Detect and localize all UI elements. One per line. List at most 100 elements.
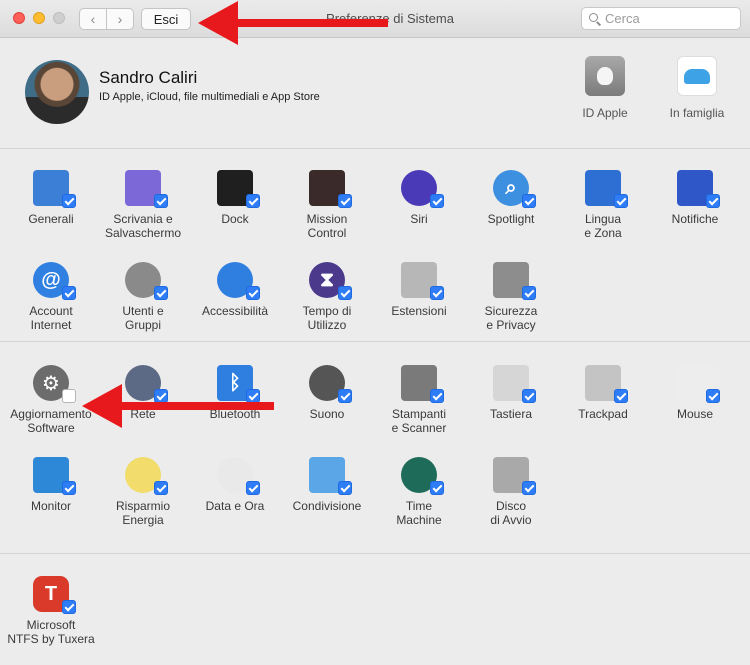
pane-checkbox[interactable] xyxy=(430,286,444,300)
security-icon xyxy=(491,260,536,300)
search-field[interactable] xyxy=(581,7,741,30)
pane-bluetooth[interactable]: ᛒ Bluetooth xyxy=(189,363,281,421)
date-time-icon xyxy=(215,455,260,495)
pane-checkbox[interactable] xyxy=(522,481,536,495)
annotation-arrow-update xyxy=(82,384,274,428)
pane-checkbox[interactable] xyxy=(62,481,76,495)
displays-icon xyxy=(31,455,76,495)
pane-checkbox[interactable] xyxy=(614,194,628,208)
general-icon xyxy=(31,168,76,208)
search-input[interactable] xyxy=(605,11,735,26)
pane-checkbox[interactable] xyxy=(62,286,76,300)
pane-trackpad[interactable]: Trackpad xyxy=(557,363,649,421)
pane-startup-disk[interactable]: Disco di Avvio xyxy=(465,455,557,527)
pane-notifications[interactable]: Notifiche xyxy=(649,168,741,226)
pane-checkbox[interactable] xyxy=(338,389,352,403)
family-sharing-icon xyxy=(677,56,717,96)
printer-icon xyxy=(399,363,444,403)
pane-checkbox[interactable] xyxy=(338,286,352,300)
section-hardware: ⚙ Aggiornamento Software Rete ᛒ Bluetooth Suo… xyxy=(0,343,750,554)
network-icon xyxy=(123,363,168,403)
pane-sharing[interactable]: Condivisione xyxy=(281,455,373,513)
pane-keyboard[interactable]: Tastiera xyxy=(465,363,557,421)
pane-checkbox[interactable] xyxy=(246,286,260,300)
pane-checkbox[interactable] xyxy=(62,194,76,208)
pane-extensions[interactable]: Estensioni xyxy=(373,260,465,318)
pane-label: Accessibilità xyxy=(201,304,269,318)
pane-siri[interactable]: Siri xyxy=(373,168,465,226)
pane-language[interactable]: Lingua e Zona xyxy=(557,168,649,240)
pane-label: Monitor xyxy=(30,499,71,513)
pane-spotlight[interactable]: ⌕ Spotlight xyxy=(465,168,557,226)
family-sharing-pane[interactable]: In famiglia xyxy=(652,56,742,120)
pane-checkbox[interactable] xyxy=(706,389,720,403)
apple-id-pane[interactable]: ID Apple xyxy=(560,56,650,120)
pane-checkbox[interactable] xyxy=(154,481,168,495)
pane-security[interactable]: Sicurezza e Privacy xyxy=(465,260,557,332)
sharing-icon xyxy=(307,455,352,495)
pane-checkbox[interactable] xyxy=(522,389,536,403)
pane-checkbox[interactable] xyxy=(246,194,260,208)
pane-screen-time[interactable]: ⧗ Tempo di Utilizzo xyxy=(281,260,373,332)
pane-mission-control[interactable]: Mission Control xyxy=(281,168,373,240)
pane-sound[interactable]: Suono xyxy=(281,363,373,421)
close-button[interactable] xyxy=(13,12,25,24)
extensions-icon xyxy=(399,260,444,300)
pane-dock[interactable]: Dock xyxy=(189,168,281,226)
pane-mouse[interactable]: Mouse xyxy=(649,363,741,421)
trackpad-icon xyxy=(583,363,628,403)
chevron-left-icon: ‹ xyxy=(90,11,96,27)
pane-desktop[interactable]: Scrivania e Salvaschermo xyxy=(97,168,189,240)
pane-displays[interactable]: Monitor xyxy=(5,455,97,513)
pane-checkbox[interactable] xyxy=(522,286,536,300)
startup-disk-icon xyxy=(491,455,536,495)
pane-tuxera-ntfs[interactable]: T Microsoft NTFS by Tuxera xyxy=(5,574,97,646)
pane-users-groups[interactable]: Utenti e Gruppi xyxy=(97,260,189,332)
pane-checkbox[interactable] xyxy=(154,194,168,208)
avatar[interactable] xyxy=(25,60,89,124)
pane-label: Notifiche xyxy=(671,212,719,226)
pane-checkbox[interactable] xyxy=(430,481,444,495)
pane-checkbox[interactable] xyxy=(246,481,260,495)
pane-checkbox[interactable] xyxy=(338,194,352,208)
pane-checkbox[interactable] xyxy=(246,389,260,403)
pane-date-time[interactable]: Data e Ora xyxy=(189,455,281,513)
section-other: T Microsoft NTFS by Tuxera xyxy=(0,555,750,665)
users-groups-icon xyxy=(123,260,168,300)
energy-saver-icon xyxy=(123,455,168,495)
desktop-icon xyxy=(123,168,168,208)
user-name[interactable]: Sandro Caliri xyxy=(99,68,197,88)
spotlight-icon: ⌕ xyxy=(491,168,536,208)
pane-accessibility[interactable]: Accessibilità xyxy=(189,260,281,318)
pane-checkbox[interactable] xyxy=(614,389,628,403)
chevron-right-icon: › xyxy=(117,11,123,27)
pane-checkbox[interactable] xyxy=(338,481,352,495)
pane-checkbox[interactable] xyxy=(154,286,168,300)
pane-checkbox[interactable] xyxy=(430,389,444,403)
language-icon xyxy=(583,168,628,208)
zoom-button[interactable] xyxy=(53,12,65,24)
family-sharing-label: In famiglia xyxy=(669,106,725,120)
pane-checkbox[interactable] xyxy=(522,194,536,208)
pane-checkbox[interactable] xyxy=(154,389,168,403)
internet-accounts-icon: @ xyxy=(31,260,76,300)
pane-checkbox[interactable] xyxy=(62,600,76,614)
pane-internet-accounts[interactable]: @ Account Internet xyxy=(5,260,97,332)
pane-energy-saver[interactable]: Risparmio Energia xyxy=(97,455,189,527)
siri-icon xyxy=(399,168,444,208)
pane-checkbox[interactable] xyxy=(706,194,720,208)
minimize-button[interactable] xyxy=(33,12,45,24)
pane-general[interactable]: Generali xyxy=(5,168,97,226)
back-button[interactable]: ‹ xyxy=(79,8,107,30)
mouse-icon xyxy=(675,363,720,403)
apple-id-label: ID Apple xyxy=(582,106,628,120)
forward-button[interactable]: › xyxy=(106,8,134,30)
pane-label: Estensioni xyxy=(391,304,447,318)
pane-time-machine[interactable]: Time Machine xyxy=(373,455,465,527)
pane-printer[interactable]: Stampanti e Scanner xyxy=(373,363,465,435)
quit-button[interactable]: Esci xyxy=(141,8,191,30)
user-subtitle: ID Apple, iCloud, file multimediali e Ap… xyxy=(99,91,320,103)
pane-checkbox[interactable] xyxy=(430,194,444,208)
pane-label: Risparmio Energia xyxy=(115,499,170,527)
pane-checkbox[interactable] xyxy=(62,389,76,403)
